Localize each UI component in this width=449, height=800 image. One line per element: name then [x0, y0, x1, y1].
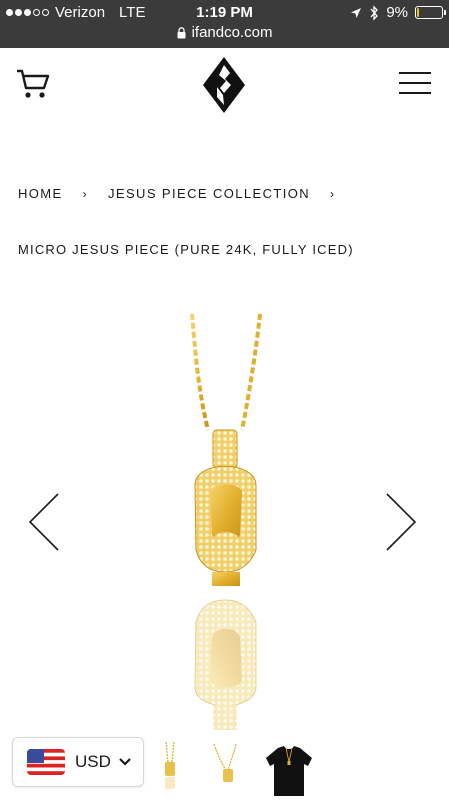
currency-selector[interactable]: USD	[12, 737, 144, 787]
location-arrow-icon	[351, 7, 362, 18]
product-image[interactable]	[150, 310, 300, 730]
thumbnail-model-shirt[interactable]	[262, 740, 316, 796]
url-text: ifandco.com	[191, 24, 273, 41]
battery-icon	[415, 6, 446, 19]
breadcrumb-separator: ›	[330, 186, 336, 201]
status-bar: Verizon LTE 1:19 PM 9% ifandco.com	[0, 0, 449, 48]
thumbnail-strip	[150, 740, 316, 796]
thumbnail-pendant-front[interactable]	[150, 740, 190, 796]
us-flag-icon	[27, 749, 65, 775]
currency-code: USD	[75, 752, 111, 771]
breadcrumb-separator: ›	[82, 186, 89, 201]
previous-image-arrow-icon[interactable]	[28, 492, 60, 552]
hamburger-menu-icon[interactable]	[399, 72, 431, 94]
thumbnail-pendant-angle[interactable]	[206, 740, 246, 796]
address-bar[interactable]: ifandco.com	[0, 24, 449, 41]
battery-percent: 9%	[386, 4, 408, 21]
site-header	[0, 48, 449, 128]
product-title: MICRO JESUS PIECE (PURE 24K, FULLY ICED)	[18, 242, 354, 257]
lock-icon	[177, 26, 186, 38]
brand-logo[interactable]	[203, 57, 245, 113]
cart-icon[interactable]	[16, 68, 50, 100]
breadcrumb: HOME › JESUS PIECE COLLECTION ›	[18, 186, 355, 201]
breadcrumb-collection[interactable]: JESUS PIECE COLLECTION	[108, 186, 310, 201]
next-image-arrow-icon[interactable]	[385, 492, 417, 552]
bluetooth-icon	[370, 4, 379, 21]
breadcrumb-home[interactable]: HOME	[18, 186, 63, 201]
chevron-down-icon	[119, 758, 131, 766]
